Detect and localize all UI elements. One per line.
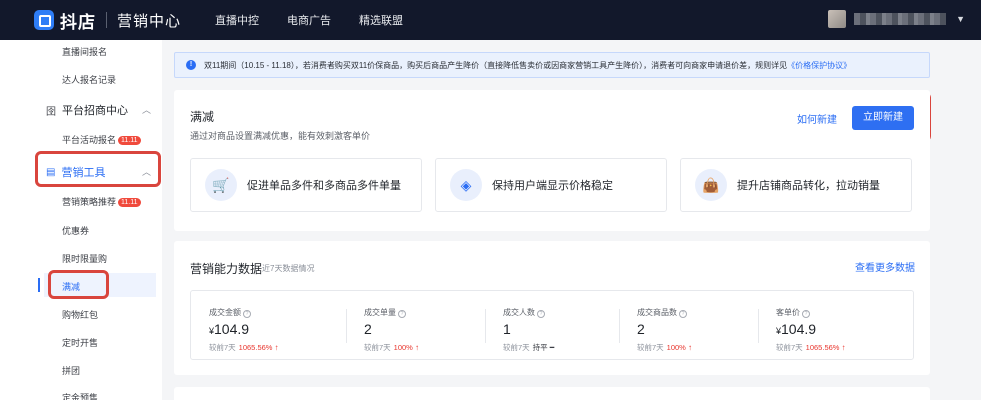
metric-value: 1: [503, 321, 511, 337]
metric-compare: 较前7天 1065.56% ↑: [776, 343, 846, 352]
sidebar-item-kol-signup-records[interactable]: 达人报名记录: [62, 73, 116, 86]
feature-label: 保持用户端显示价格稳定: [492, 180, 613, 192]
help-icon[interactable]: ?: [398, 310, 406, 318]
lower-card: [174, 387, 930, 400]
feature-card: 🛒 促进单品多件和多商品多件单量: [190, 158, 422, 212]
active-item-indicator: [38, 278, 40, 292]
view-more-data-link[interactable]: 查看更多数据: [855, 259, 915, 274]
annotation-box-marketing-tools: [35, 151, 161, 187]
annotation-box-full-reduction: [48, 270, 109, 299]
sidebar-item-scheduled-sale[interactable]: 定时开售: [62, 336, 98, 349]
metric-gmv: 成交金额? ¥104.9 较前7天 1065.56% ↑: [191, 291, 346, 361]
metric-product-count: 成交商品数? 2 较前7天 100% ↑: [619, 291, 758, 361]
metric-label: 客单价?: [776, 307, 810, 318]
nav-ecommerce-ads[interactable]: 电商广告: [287, 12, 331, 28]
metric-compare: 较前7天 1065.56% ↑: [209, 343, 279, 352]
info-icon: !: [186, 60, 196, 70]
metric-avg-order-value: 客单价? ¥104.9 较前7天 1065.56% ↑: [758, 291, 915, 361]
sidebar-item-platform-activity[interactable]: 平台活动报名 11.11: [62, 133, 141, 146]
sidebar-item-deposit-presale[interactable]: 定金预售: [62, 391, 98, 400]
caret-down-icon: ▼: [956, 14, 965, 24]
metric-order-count: 成交单量? 2 较前7天 100% ↑: [346, 291, 485, 361]
help-icon[interactable]: ?: [679, 310, 687, 318]
metric-value: 2: [364, 321, 372, 337]
help-icon[interactable]: ?: [243, 310, 251, 318]
arrow-up-icon: ↑: [414, 343, 419, 352]
notice-banner: ! 双11期间（10.15 - 11.18），若消费者购买双11价保商品，购买后…: [174, 52, 930, 78]
metric-compare: 较前7天 100% ↑: [637, 343, 692, 352]
price-protection-link[interactable]: 《价格保护协议》: [787, 60, 851, 71]
help-icon[interactable]: ?: [537, 310, 545, 318]
feature-card: ◈ 保持用户端显示价格稳定: [435, 158, 667, 212]
metric-value: 2: [637, 321, 645, 337]
notice-text: 双11期间（10.15 - 11.18），若消费者购买双11价保商品，购买后商品…: [204, 60, 788, 70]
sidebar-item-label: 平台活动报名: [62, 135, 117, 145]
brand-logo[interactable]: 抖店 营销中心: [34, 8, 181, 33]
shopping-bag-icon: 👜: [695, 169, 727, 201]
sidebar-group-platform-recruit[interactable]: 囹 平台招商中心: [46, 102, 128, 118]
doudian-logo-icon: [34, 10, 54, 30]
metric-buyer-count: 成交人数? 1 较前7天 持平 ━: [485, 291, 619, 361]
cart-icon: 🛒: [205, 169, 237, 201]
username-blurred: [854, 13, 947, 25]
arrow-up-icon: ↑: [841, 343, 846, 352]
store-icon: 囹: [46, 106, 56, 118]
feature-label: 促进单品多件和多商品多件单量: [247, 180, 401, 192]
top-bar: 抖店 营销中心 直播中控 电商广告 精选联盟 ▼: [0, 0, 981, 40]
full-reduction-card: 满减 通过对商品设置满减优惠，能有效刺激客单价 如何新建 立即新建 🛒 促进单品…: [174, 90, 930, 231]
metric-value: ¥104.9: [209, 321, 250, 337]
metric-value: ¥104.9: [776, 321, 817, 337]
top-nav: 直播中控 电商广告 精选联盟: [215, 12, 431, 28]
sidebar: 直播间报名 达人报名记录 囹 平台招商中心 ︿ 平台活动报名 11.11 ▤ 营销…: [0, 40, 162, 400]
chevron-up-icon[interactable]: ︿: [142, 103, 151, 116]
brand-name: 抖店: [60, 12, 96, 32]
metric-compare: 较前7天 持平 ━: [503, 343, 555, 352]
metric-label: 成交单量?: [364, 307, 406, 318]
sidebar-item-group-buy[interactable]: 拼团: [62, 364, 80, 377]
avatar: [828, 10, 847, 28]
brand-divider: [106, 12, 107, 28]
metric-label: 成交商品数?: [637, 307, 687, 318]
sidebar-item-label: 营销策略推荐: [62, 197, 117, 207]
nav-selected-alliance[interactable]: 精选联盟: [359, 12, 403, 28]
event-badge: 11.11: [118, 136, 141, 145]
product-name: 营销中心: [117, 12, 182, 30]
marketing-stats-card: 营销能力数据 近7天数据情况 查看更多数据 成交金额? ¥104.9 较前7天 1…: [174, 241, 930, 375]
page-title: 满减: [190, 110, 215, 124]
arrow-up-icon: ↑: [687, 343, 692, 352]
event-badge: 11.11: [118, 198, 141, 207]
feature-label: 提升店铺商品转化，拉动销量: [737, 180, 880, 192]
metrics-panel: 成交金额? ¥104.9 较前7天 1065.56% ↑ 成交单量? 2 较前7天…: [190, 290, 914, 360]
sidebar-item-red-packet[interactable]: 购物红包: [62, 308, 98, 321]
metric-label: 成交人数?: [503, 307, 545, 318]
user-menu[interactable]: ▼: [828, 10, 965, 28]
create-new-button[interactable]: 立即新建: [852, 106, 914, 130]
sidebar-item-live-signup[interactable]: 直播间报名: [62, 45, 107, 58]
flat-icon: ━: [549, 343, 555, 352]
page-description: 通过对商品设置满减优惠，能有效刺激客单价: [190, 131, 371, 141]
sidebar-group-label: 平台招商中心: [62, 105, 128, 117]
arrow-up-icon: ↑: [274, 343, 279, 352]
nav-live-control[interactable]: 直播中控: [215, 12, 259, 28]
feature-card: 👜 提升店铺商品转化，拉动销量: [680, 158, 912, 212]
sidebar-item-strategy-recommend[interactable]: 营销策略推荐 11.11: [62, 195, 141, 208]
stats-title: 营销能力数据: [190, 262, 263, 276]
metric-compare: 较前7天 100% ↑: [364, 343, 419, 352]
metric-label: 成交金额?: [209, 307, 251, 318]
stats-subtitle: 近7天数据情况: [262, 264, 315, 273]
sidebar-item-coupons[interactable]: 优惠券: [62, 224, 89, 237]
price-tag-icon: ◈: [450, 169, 482, 201]
how-to-create-link[interactable]: 如何新建: [797, 111, 837, 126]
help-icon[interactable]: ?: [802, 310, 810, 318]
sidebar-item-flash-sale[interactable]: 限时限量购: [62, 252, 107, 265]
